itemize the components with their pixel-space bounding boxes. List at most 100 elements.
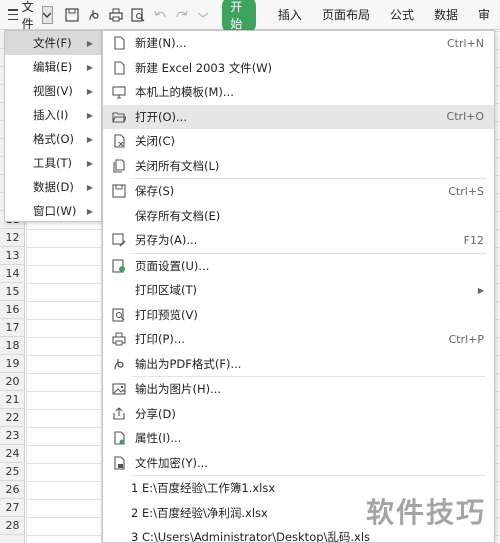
arrow-right-icon: ▶ — [86, 86, 93, 96]
menu-item-label: 工具(T) — [33, 156, 72, 170]
arrow-right-icon: ▶ — [86, 206, 93, 216]
tab-start[interactable]: 开始 — [222, 0, 256, 34]
row-number[interactable]: 26 — [0, 481, 25, 499]
menu-print-label: 打印(P)... — [135, 332, 185, 347]
row-number[interactable]: 18 — [0, 337, 25, 355]
redo-icon[interactable] — [175, 7, 189, 23]
page-setup-icon — [111, 258, 127, 274]
new-doc-icon — [111, 60, 127, 76]
menu-properties-label: 属性(I)... — [135, 431, 182, 446]
menu-item-file[interactable]: 文件(F) ▶ — [5, 31, 101, 55]
menu-page-setup-label: 页面设置(U)... — [135, 258, 210, 273]
shortcut-text: Ctrl+S — [448, 184, 484, 198]
menu-print-area[interactable]: 打印区域(T) ▶ — [103, 278, 494, 303]
menu-new-excel2003-label: 新建 Excel 2003 文件(W) — [135, 60, 273, 75]
row-number[interactable]: 15 — [0, 283, 25, 301]
arrow-right-icon: ▶ — [86, 134, 93, 144]
menu-save[interactable]: 保存(S) Ctrl+S — [103, 179, 494, 204]
chevron-down-icon — [43, 12, 52, 18]
menu-close[interactable]: 关闭(C) — [103, 129, 494, 154]
menu-share-label: 分享(D) — [135, 406, 176, 421]
folder-open-icon — [111, 109, 127, 125]
row-number[interactable]: 19 — [0, 355, 25, 373]
menu-label: 文件 — [21, 0, 34, 31]
menu-item-label: 文件(F) — [33, 36, 72, 50]
menu-new-excel2003[interactable]: 新建 Excel 2003 文件(W) — [103, 56, 494, 81]
menu-item-label: 窗口(W) — [33, 204, 77, 218]
save-as-icon — [111, 232, 127, 248]
menu-save-all-label: 保存所有文档(E) — [135, 208, 221, 223]
menu-item-format[interactable]: 格式(O) ▶ — [5, 127, 101, 151]
menu-save-all[interactable]: 保存所有文档(E) — [103, 204, 494, 229]
menu-print-preview[interactable]: 打印预览(V) — [103, 303, 494, 328]
hamburger-icon — [8, 9, 18, 20]
close-doc-icon — [111, 133, 127, 149]
save-icon[interactable] — [65, 7, 79, 23]
print-preview-icon[interactable] — [131, 7, 145, 23]
menu-export-pdf[interactable]: 输出为PDF格式(F)... — [103, 352, 494, 377]
row-number[interactable]: 27 — [0, 499, 25, 517]
menu-share[interactable]: 分享(D) — [103, 402, 494, 427]
menu-item-edit[interactable]: 编辑(E) ▶ — [5, 55, 101, 79]
row-number[interactable]: 28 — [0, 517, 25, 535]
menu-template[interactable]: 本机上的模板(M)... — [103, 80, 494, 105]
row-number[interactable]: 16 — [0, 301, 25, 319]
row-number[interactable]: 17 — [0, 319, 25, 337]
tab-formulas[interactable]: 公式 — [390, 6, 414, 23]
row-number[interactable]: 22 — [0, 409, 25, 427]
menu-print-area-label: 打印区域(T) — [135, 283, 197, 298]
menu-item-label: 插入(I) — [33, 108, 69, 122]
menu-page-setup[interactable]: 页面设置(U)... — [103, 254, 494, 279]
menu-export-image-label: 输出为图片(H)... — [135, 382, 222, 397]
menu-new[interactable]: 新建(N)... Ctrl+N — [103, 31, 494, 56]
row-number[interactable]: 25 — [0, 463, 25, 481]
pdf-export-icon[interactable] — [87, 7, 101, 23]
row-number[interactable]: 21 — [0, 391, 25, 409]
shortcut-text: Ctrl+P — [448, 332, 484, 346]
row-number[interactable]: 13 — [0, 247, 25, 265]
file-menu-button[interactable]: 文件 — [0, 0, 42, 31]
menu-item-view[interactable]: 视图(V) ▶ — [5, 79, 101, 103]
shortcut-text: F12 — [463, 233, 484, 247]
menu-item-insert[interactable]: 插入(I) ▶ — [5, 103, 101, 127]
menu-open-label: 打开(O)... — [135, 109, 187, 124]
undo-icon[interactable] — [153, 7, 167, 23]
menu-save-as[interactable]: 另存为(A)... F12 — [103, 228, 494, 253]
menu-dropdown-toggle[interactable] — [42, 5, 53, 24]
row-number[interactable]: 20 — [0, 373, 25, 391]
new-doc-icon — [111, 35, 127, 51]
menu-open[interactable]: 打开(O)... Ctrl+O — [103, 104, 494, 129]
menu-item-tools[interactable]: 工具(T) ▶ — [5, 151, 101, 175]
menu-item-data[interactable]: 数据(D) ▶ — [5, 175, 101, 199]
tab-insert[interactable]: 插入 — [278, 6, 302, 23]
shortcut-text: Ctrl+O — [446, 110, 484, 124]
row-number[interactable]: 14 — [0, 265, 25, 283]
tab-review[interactable]: 审 — [478, 6, 490, 23]
menu-export-image[interactable]: 输出为图片(H)... — [103, 377, 494, 402]
toolbar: 文件 开始 插入 页面布局 公式 数据 审 — [0, 0, 500, 34]
save-icon — [111, 183, 127, 199]
menu-properties[interactable]: 属性(I)... — [103, 426, 494, 451]
print-icon[interactable] — [109, 7, 123, 23]
menu-print[interactable]: 打印(P)... Ctrl+P — [103, 327, 494, 352]
more-icon[interactable] — [197, 7, 209, 23]
menu-item-label: 格式(O) — [33, 132, 75, 146]
arrow-right-icon: ▶ — [86, 110, 93, 120]
tab-page-layout[interactable]: 页面布局 — [322, 6, 370, 23]
printer-icon — [111, 331, 127, 347]
menu-close-all[interactable]: 关闭所有文档(L) — [103, 154, 494, 179]
row-number[interactable]: 12 — [0, 229, 25, 247]
menu-item-window[interactable]: 窗口(W) ▶ — [5, 199, 101, 223]
arrow-right-icon: ▶ — [86, 158, 93, 168]
menu-print-preview-label: 打印预览(V) — [135, 307, 198, 322]
menu-item-label: 视图(V) — [33, 84, 73, 98]
menu-save-label: 保存(S) — [135, 184, 175, 199]
encrypt-icon — [111, 455, 127, 471]
row-number[interactable]: 24 — [0, 445, 25, 463]
main-menu: 文件(F) ▶ 编辑(E) ▶ 视图(V) ▶ 插入(I) ▶ 格式(O) ▶ 工具(T)… — [4, 30, 102, 222]
menu-encrypt[interactable]: 文件加密(Y)... — [103, 451, 494, 476]
menu-encrypt-label: 文件加密(Y)... — [135, 455, 208, 470]
tab-data[interactable]: 数据 — [434, 6, 458, 23]
row-number[interactable]: 23 — [0, 427, 25, 445]
shortcut-text: Ctrl+N — [446, 36, 484, 50]
